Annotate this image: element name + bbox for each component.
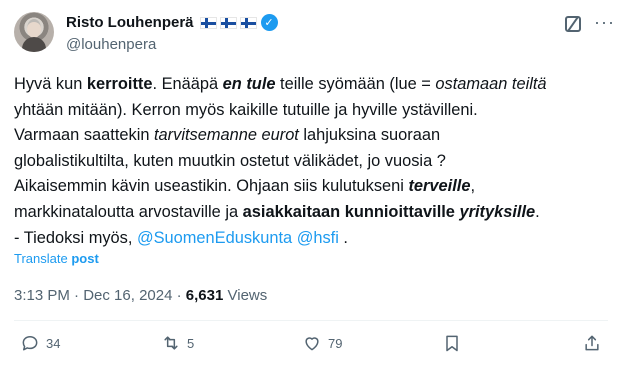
bookmark-icon [446,335,458,352]
translate-post-word: post [71,251,99,266]
tweet-text-segment: . Enääpä [152,75,223,93]
translate-label: Translate [14,251,72,266]
share-icon [585,335,599,351]
like-count: 79 [328,335,343,351]
reply-icon [22,336,38,351]
author-name-row: Risto Louhenperä ✓ [66,14,278,31]
meta-separator: · [74,287,84,304]
finland-flags-icon [199,16,257,29]
meta-separator: · [176,287,186,304]
tweet-text-segment: ostamaan teiltä [435,75,547,93]
reply-button[interactable]: 34 [20,333,60,353]
more-options-icon[interactable]: ··· [594,12,615,32]
tweet-header: Risto Louhenperä ✓ @louhenpera ··· [14,12,614,56]
share-button[interactable] [582,333,602,353]
tweet-text-segment: teille syömään (lue = [275,75,436,93]
repost-count: 5 [187,335,195,351]
tweet-text-segment: kerroitte [86,75,153,93]
author-name[interactable]: Risto Louhenperä [66,14,194,31]
like-button[interactable]: 79 [302,333,342,353]
tweet-text-segment: asiakkaitaan kunnioittaville [242,202,455,221]
author-avatar[interactable] [14,12,54,52]
tweet-text-segment: Hyvä kun [14,75,87,93]
reply-count: 34 [46,335,61,351]
finland-flag-icon [219,16,237,29]
divider [14,320,608,321]
tweet-text-segment: . [338,228,348,247]
mention-link[interactable]: @hsfi [297,229,339,247]
views-count: 6,631 [185,287,224,304]
verified-badge-icon[interactable]: ✓ [260,14,278,31]
tweet-time[interactable]: 3:13 PM [14,287,70,304]
views-label: Views [227,287,268,304]
finland-flag-icon [199,16,217,29]
translate-post-link[interactable]: Translate post [14,251,99,266]
tweet-text-segment: terveille [408,177,471,196]
tweet-text-segment: yrityksille [459,202,536,221]
tweet-date[interactable]: Dec 16, 2024 [83,287,172,304]
repost-button[interactable]: 5 [161,333,194,353]
tweet-text-segment: en tule [222,75,276,93]
tweet-text-segment: tarvitsemanne eurot [154,126,299,145]
repost-icon [164,336,178,350]
author-handle[interactable]: @louhenpera [66,36,156,53]
grok-icon[interactable] [565,16,581,32]
mention-link[interactable]: @SuomenEduskunta [137,229,292,247]
tweet-actions: 34 5 79 [14,333,608,363]
tweet-meta: 3:13 PM · Dec 16, 2024 · 6,631 Views [14,287,267,304]
bookmark-button[interactable] [442,333,462,353]
heart-icon [305,337,319,351]
tweet-text: Hyvä kun kerroitte. Enääpä en tule teill… [14,72,610,251]
finland-flag-icon [239,16,257,29]
